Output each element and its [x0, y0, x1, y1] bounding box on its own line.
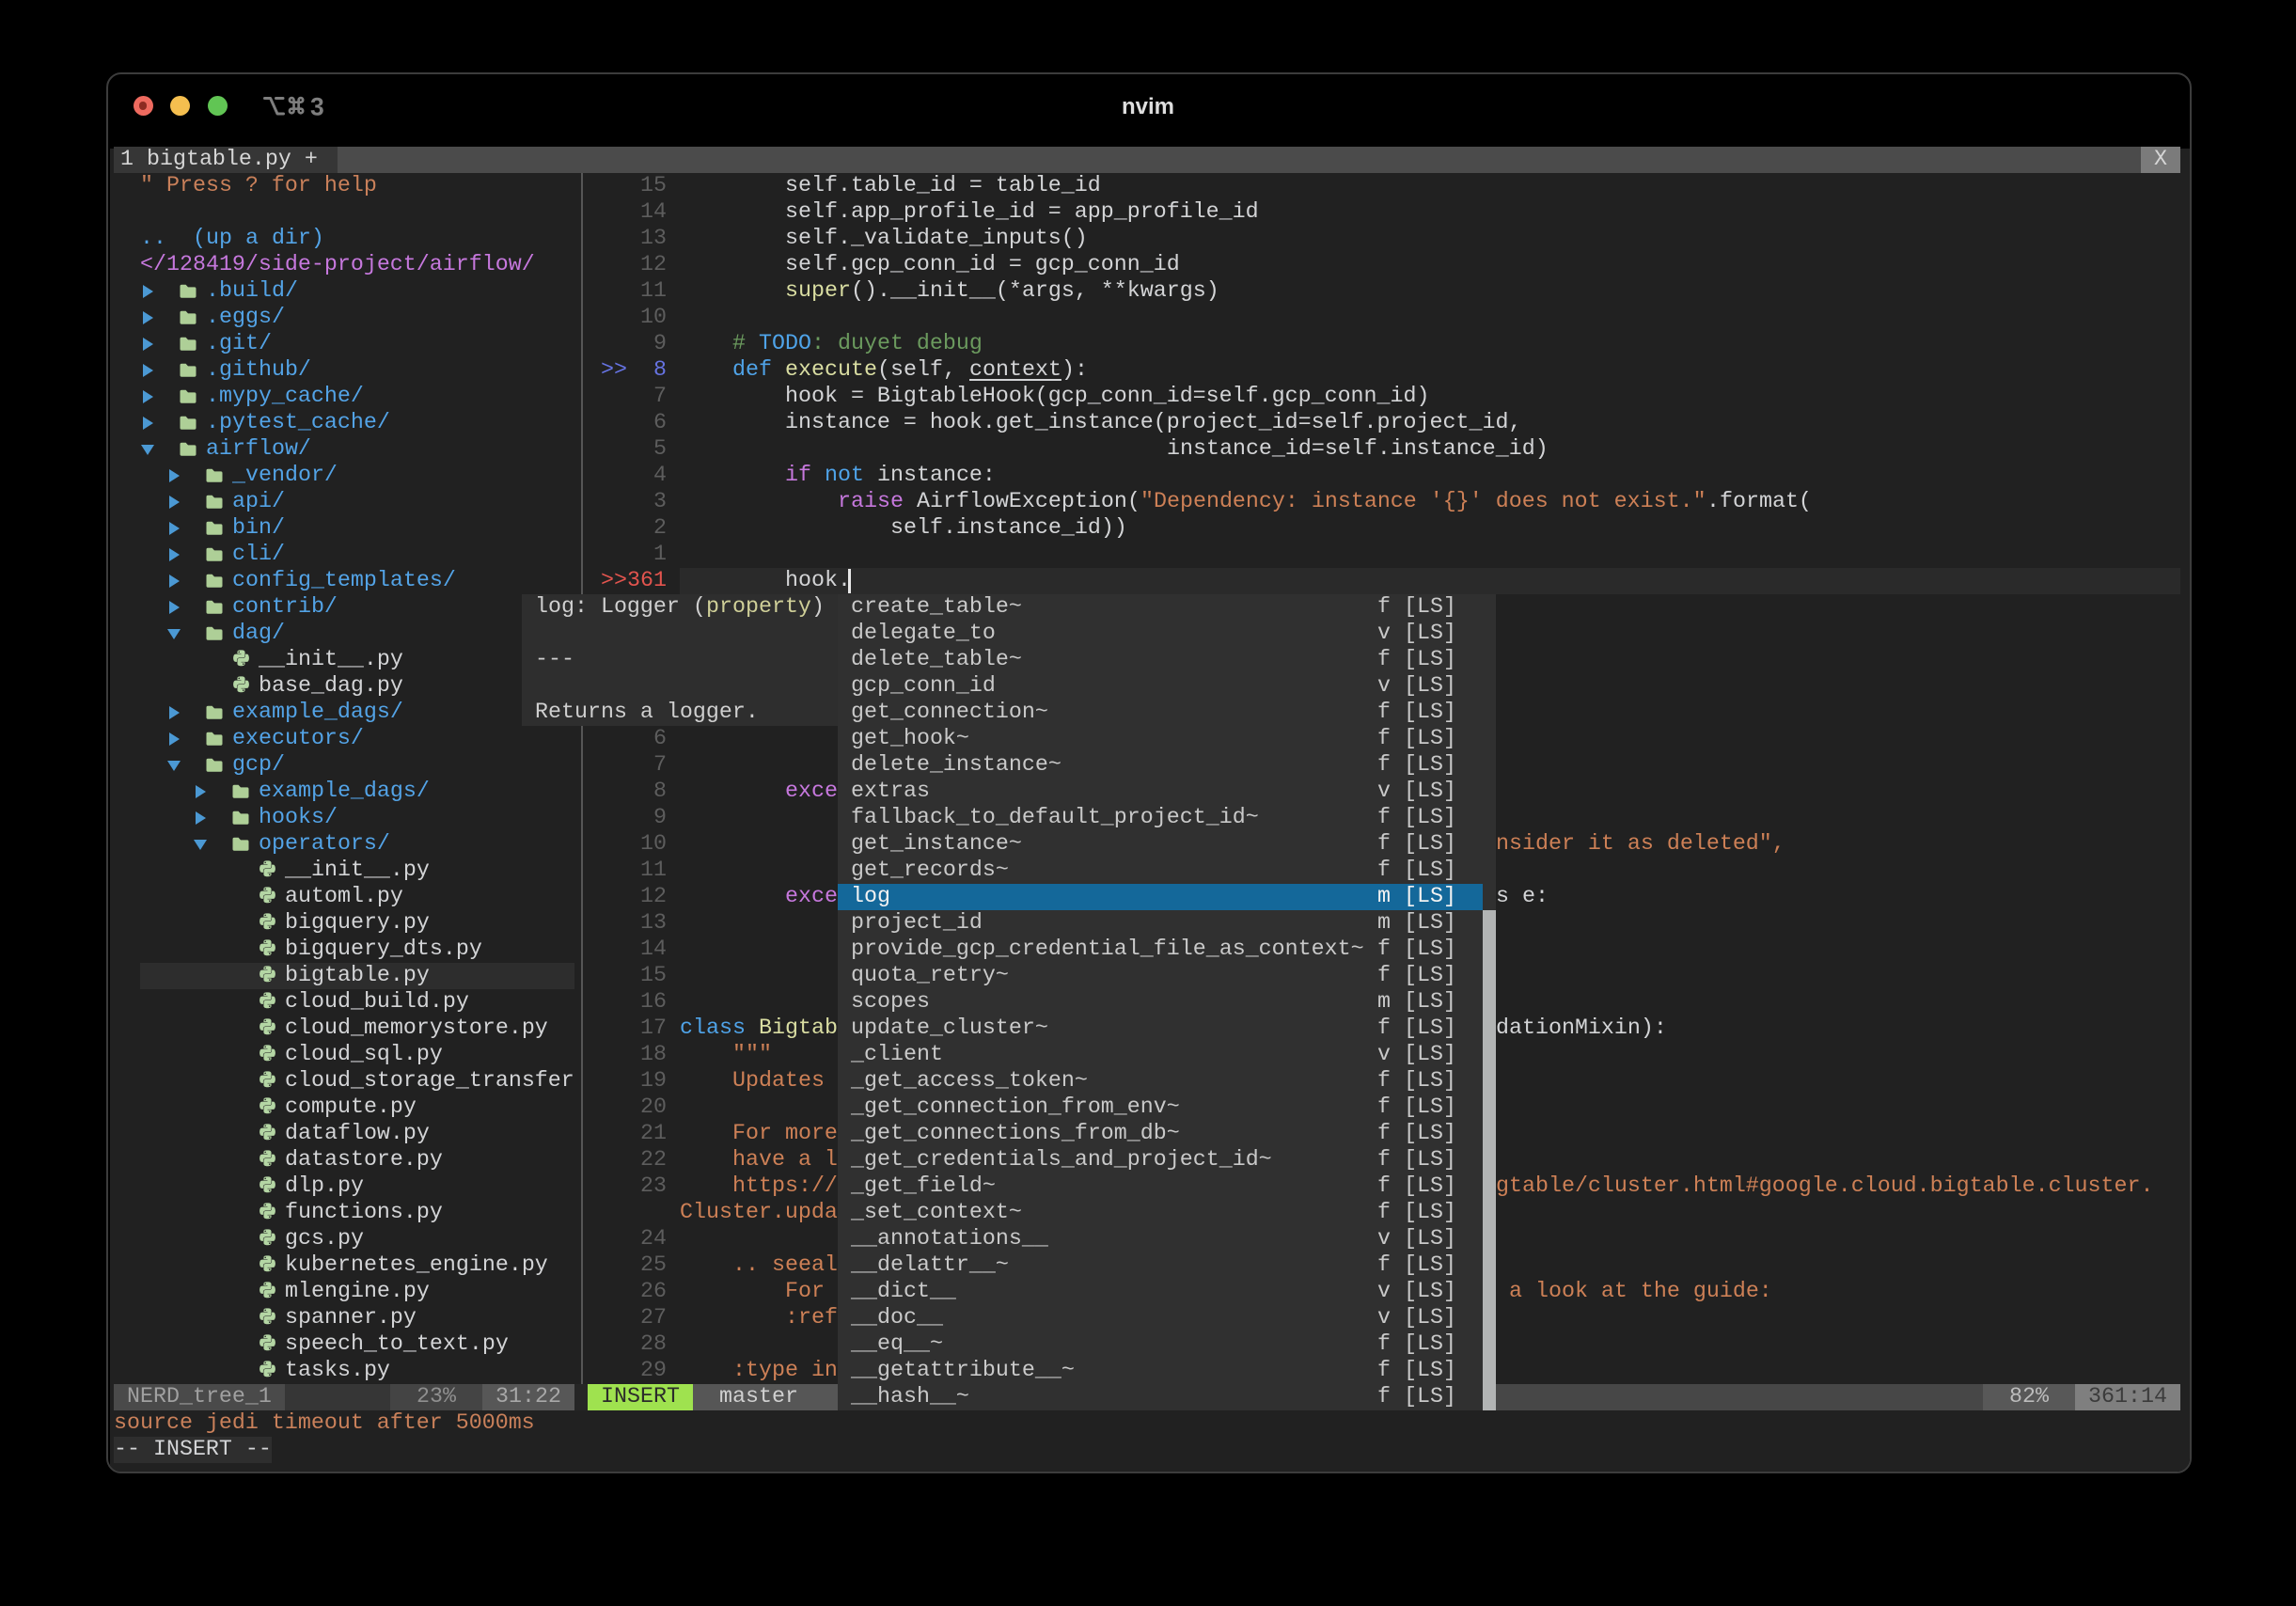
svg-text:3: 3 — [310, 95, 324, 118]
